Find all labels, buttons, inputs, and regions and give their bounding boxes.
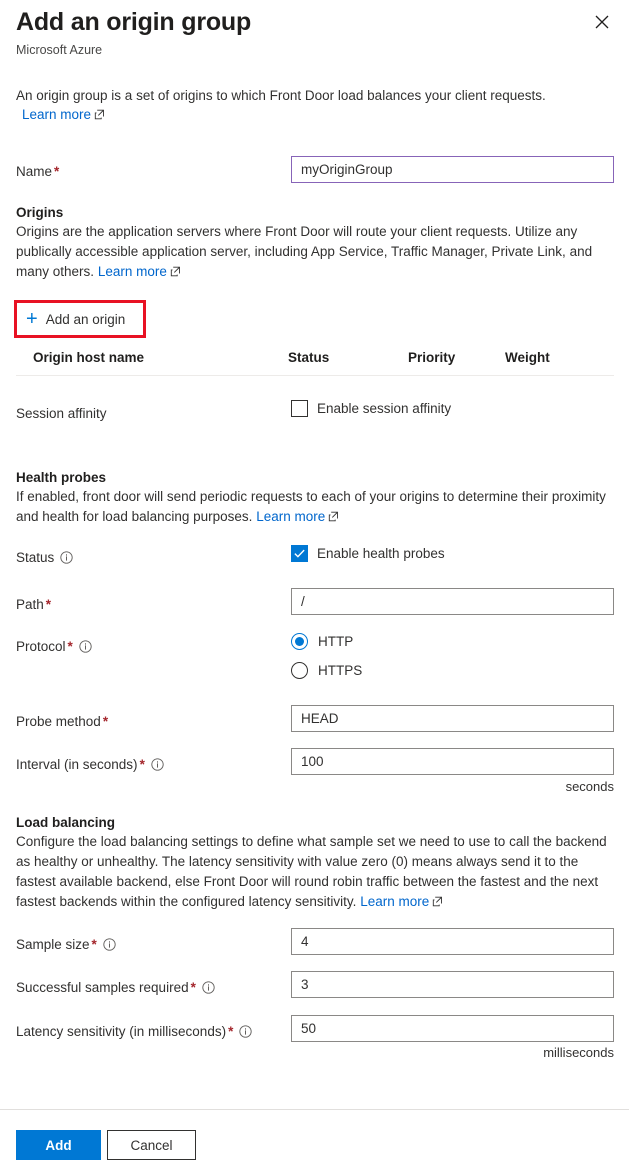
- health-probes-description: If enabled, front door will send periodi…: [16, 487, 616, 527]
- health-probes-heading: Health probes: [16, 470, 107, 485]
- probe-method-label-text: Probe method: [16, 714, 101, 729]
- interval-input[interactable]: [291, 748, 614, 775]
- sample-size-label: Sample size *: [16, 936, 116, 954]
- origins-heading: Origins: [16, 205, 64, 220]
- close-icon[interactable]: [588, 8, 616, 36]
- enable-session-affinity-checkbox[interactable]: Enable session affinity: [291, 400, 451, 417]
- name-label: Name *: [16, 163, 59, 181]
- info-icon[interactable]: [79, 640, 92, 653]
- interval-required-mark: *: [139, 757, 145, 772]
- name-required-mark: *: [54, 164, 60, 179]
- probe-method-dropdown[interactable]: [291, 705, 614, 732]
- successful-samples-label: Successful samples required *: [16, 979, 215, 997]
- origins-description: Origins are the application servers wher…: [16, 222, 620, 282]
- latency-sensitivity-label: Latency sensitivity (in milliseconds) *: [16, 1023, 252, 1041]
- radio-circle: [291, 633, 308, 650]
- info-icon[interactable]: [202, 981, 215, 994]
- name-input[interactable]: [291, 156, 614, 183]
- latency-sensitivity-label-text: Latency sensitivity (in milliseconds): [16, 1024, 227, 1039]
- protocol-radio-http[interactable]: HTTP: [291, 633, 353, 650]
- column-header-status[interactable]: Status: [288, 350, 329, 365]
- load-balancing-learn-more-link[interactable]: Learn more: [360, 894, 429, 909]
- sample-size-required-mark: *: [91, 937, 97, 952]
- add-an-origin-label: Add an origin: [45, 311, 126, 327]
- intro-learn-more-link[interactable]: Learn more: [22, 107, 91, 122]
- latency-sensitivity-suffix: milliseconds: [543, 1045, 614, 1060]
- checkbox-box: [291, 545, 308, 562]
- path-label-text: Path: [16, 597, 44, 612]
- protocol-option-label: HTTP: [318, 634, 354, 649]
- table-divider: [16, 375, 614, 376]
- enable-health-probes-checkbox[interactable]: Enable health probes: [291, 545, 445, 562]
- probe-method-required-mark: *: [102, 714, 109, 729]
- origins-desc-l2: publically accessible application server…: [16, 244, 566, 259]
- path-label: Path *: [16, 596, 51, 614]
- page-subtitle: Microsoft Azure: [16, 43, 103, 57]
- successful-samples-required-mark: *: [190, 980, 196, 995]
- external-link-icon: [170, 266, 181, 277]
- protocol-required-mark: *: [67, 639, 73, 654]
- external-link-icon: [94, 109, 105, 120]
- add-an-origin-inner: + Add an origin: [17, 309, 125, 329]
- load-balancing-heading: Load balancing: [16, 815, 116, 830]
- protocol-option-label: HTTPS: [318, 663, 363, 678]
- lb-desc-l1: Configure the load balancing settings to…: [16, 834, 552, 849]
- column-header-origin-host-name[interactable]: Origin host name: [33, 350, 144, 365]
- info-icon[interactable]: [60, 551, 73, 564]
- cancel-button[interactable]: Cancel: [107, 1130, 196, 1160]
- protocol-label-text: Protocol: [16, 639, 66, 654]
- name-label-text: Name: [16, 164, 53, 179]
- page-title: Add an origin group: [16, 8, 252, 36]
- health-probes-learn-more-link[interactable]: Learn more: [256, 509, 325, 524]
- intro-learn-more-wrap: Learn more: [22, 106, 105, 124]
- info-icon[interactable]: [239, 1025, 252, 1038]
- health-probes-desc-l1: If enabled, front door will send periodi…: [16, 489, 549, 504]
- add-an-origin-button[interactable]: + Add an origin: [14, 300, 146, 338]
- successful-samples-input[interactable]: [291, 971, 614, 998]
- interval-suffix: seconds: [565, 779, 614, 794]
- sample-size-label-text: Sample size: [16, 937, 90, 952]
- intro-sentence: An origin group is a set of origins to w…: [16, 88, 546, 103]
- checkbox-box: [291, 400, 308, 417]
- footer-divider: [0, 1109, 629, 1110]
- plus-icon: +: [26, 308, 38, 330]
- session-affinity-label: Session affinity: [16, 406, 107, 421]
- info-icon[interactable]: [151, 758, 164, 771]
- load-balancing-description: Configure the load balancing settings to…: [16, 832, 620, 912]
- radio-circle: [291, 662, 308, 679]
- successful-samples-label-text: Successful samples required: [16, 980, 189, 995]
- origins-desc-l1: Origins are the application servers wher…: [16, 224, 578, 239]
- status-label-text: Status: [16, 550, 55, 565]
- column-header-weight[interactable]: Weight: [505, 350, 550, 365]
- add-button[interactable]: Add: [16, 1130, 101, 1160]
- latency-sensitivity-required-mark: *: [228, 1024, 234, 1039]
- origins-learn-more-link[interactable]: Learn more: [98, 264, 167, 279]
- interval-label-text: Interval (in seconds): [16, 757, 138, 772]
- enable-session-affinity-label: Enable session affinity: [317, 401, 452, 416]
- external-link-icon: [328, 511, 339, 522]
- protocol-radio-https[interactable]: HTTPS: [291, 662, 362, 679]
- dialog-header: Add an origin group Microsoft Azure: [16, 6, 613, 58]
- probe-method-label: Probe method *: [16, 713, 108, 731]
- path-required-mark: *: [45, 597, 52, 612]
- protocol-label: Protocol *: [16, 638, 92, 656]
- enable-health-probes-label: Enable health probes: [317, 546, 445, 561]
- sample-size-input[interactable]: [291, 928, 614, 955]
- status-label: Status: [16, 549, 73, 567]
- info-icon[interactable]: [103, 938, 116, 951]
- interval-label: Interval (in seconds) *: [16, 756, 164, 774]
- add-origin-group-dialog: Add an origin group Microsoft Azure An o…: [0, 0, 629, 1169]
- intro-text: An origin group is a set of origins to w…: [16, 86, 616, 106]
- column-header-priority[interactable]: Priority: [408, 350, 455, 365]
- latency-sensitivity-input[interactable]: [291, 1015, 614, 1042]
- path-input[interactable]: [291, 588, 614, 615]
- external-link-icon: [432, 896, 443, 907]
